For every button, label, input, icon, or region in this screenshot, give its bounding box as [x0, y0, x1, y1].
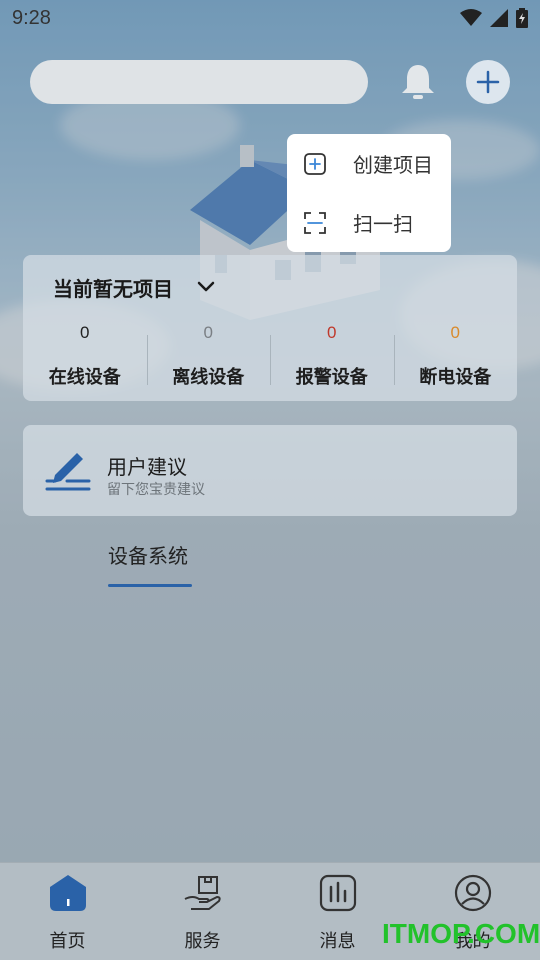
stat-label: 断电设备	[419, 367, 492, 388]
stat-value: 0	[203, 323, 213, 342]
pen-edit-icon	[45, 453, 91, 491]
project-selector-title[interactable]: 当前暂无项目	[53, 273, 173, 302]
watermark: ITMOP.COM	[382, 918, 540, 949]
user-suggestion-card[interactable]: 用户建议 留下您宝贵建议	[23, 425, 517, 516]
stat-value: 0	[450, 323, 460, 342]
project-card: 当前暂无项目 0 在线设备 0 离线设备 0 报警设备 0 断电设备	[23, 255, 517, 401]
suggestion-subtitle: 留下您宝贵建议	[107, 482, 205, 498]
status-bar: 9:28	[0, 0, 540, 36]
menu-item-scan[interactable]: 扫一扫	[287, 193, 451, 252]
status-icons	[460, 8, 528, 28]
tab-device-system[interactable]: 设备系统	[108, 540, 188, 569]
nav-item-service[interactable]: 服务	[135, 863, 270, 960]
search-bar[interactable]	[30, 60, 368, 104]
tab-active-indicator	[108, 584, 192, 587]
signal-icon	[490, 9, 508, 27]
stat-label: 离线设备	[172, 367, 245, 388]
message-chart-icon	[319, 874, 356, 912]
stat-power-off[interactable]: 0 断电设备	[393, 323, 518, 389]
battery-icon	[516, 8, 528, 28]
nav-label: 首页	[49, 931, 86, 952]
plus-icon	[476, 70, 500, 94]
nav-item-home[interactable]: 首页	[0, 863, 135, 960]
nav-label: 消息	[319, 931, 356, 952]
suggestion-title: 用户建议	[107, 455, 187, 479]
menu-item-label: 创建项目	[353, 153, 433, 177]
bell-icon[interactable]	[396, 60, 440, 104]
stat-label: 报警设备	[295, 367, 368, 388]
profile-icon	[454, 874, 491, 912]
service-hand-icon	[184, 876, 221, 910]
status-time: 9:28	[12, 6, 51, 29]
device-stats: 0 在线设备 0 离线设备 0 报警设备 0 断电设备	[23, 323, 517, 389]
home-icon	[49, 875, 86, 911]
stat-value: 0	[327, 323, 337, 342]
stat-label: 在线设备	[48, 367, 121, 388]
add-square-icon	[304, 152, 326, 175]
chevron-down-icon[interactable]	[195, 275, 217, 297]
menu-item-create-project[interactable]: 创建项目	[287, 134, 451, 193]
wifi-icon	[460, 9, 482, 26]
nav-label: 服务	[184, 931, 221, 952]
stat-value: 0	[80, 323, 90, 342]
stat-online[interactable]: 0 在线设备	[23, 323, 147, 389]
stat-offline[interactable]: 0 离线设备	[146, 323, 271, 389]
add-button[interactable]	[466, 60, 510, 104]
menu-item-label: 扫一扫	[353, 212, 413, 236]
stat-alarm[interactable]: 0 报警设备	[270, 323, 394, 389]
scan-icon	[304, 211, 326, 234]
popup-menu: 创建项目 扫一扫	[287, 134, 451, 252]
